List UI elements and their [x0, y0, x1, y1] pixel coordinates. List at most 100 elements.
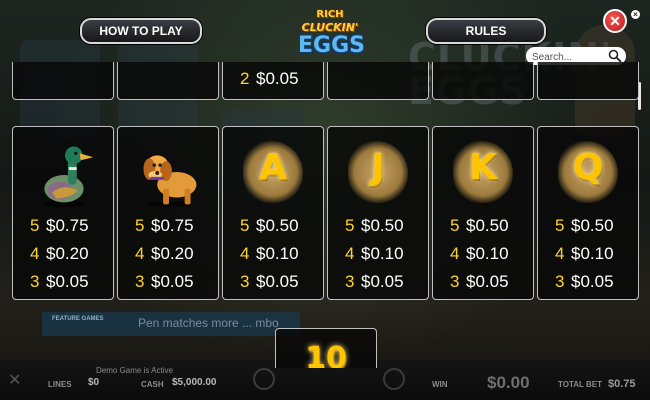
- payout-row: 5 $0.75: [13, 215, 113, 237]
- payout-row: 2 $0.05: [223, 68, 323, 90]
- payout-value: $0.05: [361, 272, 404, 291]
- rich-cluckin-eggs-logo: RICH CLUCKIN' EGGS: [298, 8, 365, 62]
- paytable-card-partial: [537, 62, 639, 100]
- letter-a-icon: A: [223, 133, 323, 211]
- letter-k-glyph: K: [469, 147, 497, 188]
- payout-value: $0.20: [151, 244, 194, 263]
- paytable-card-partial: [432, 62, 534, 100]
- payout-row: 5 $0.50: [538, 215, 638, 237]
- logo-line-1: RICH: [316, 9, 344, 20]
- match-count: 2: [240, 69, 250, 88]
- dog-icon: [143, 155, 197, 208]
- match-count: 4: [450, 244, 460, 263]
- paytable-card-partial: 2 $0.05: [222, 62, 324, 100]
- paytable-card-j: J 5 $0.50 4 $0.10 3 $0.05: [327, 126, 429, 300]
- payout-value: $0.05: [46, 272, 89, 291]
- payout-value: $0.10: [256, 244, 299, 263]
- win-value: $0.00: [487, 373, 530, 392]
- payout-value: $0.75: [46, 216, 89, 235]
- letter-a-glyph: A: [259, 147, 287, 188]
- payout-value: $0.10: [361, 244, 404, 263]
- match-count: 3: [555, 272, 565, 291]
- total-bet-value: $0.75: [608, 378, 636, 390]
- spin-control-icon[interactable]: [253, 368, 275, 390]
- paytable-card-k: K 5 $0.50 4 $0.10 3 $0.05: [432, 126, 534, 300]
- demo-status-text: Demo Game is Active: [96, 366, 173, 375]
- match-count: 3: [240, 272, 250, 291]
- lines-value: $0: [88, 377, 100, 388]
- payout-row: 5 $0.50: [328, 215, 428, 237]
- payout-value: $0.05: [256, 272, 299, 291]
- payout-row: 5 $0.50: [433, 215, 533, 237]
- match-count: 5: [555, 216, 565, 235]
- close-icon: ✕: [609, 13, 621, 29]
- paytable-card-partial: [117, 62, 219, 100]
- bottom-close-icon: ✕: [8, 372, 22, 389]
- how-to-play-button[interactable]: HOW TO PLAY: [80, 18, 202, 44]
- cash-label: CASH: [141, 380, 164, 389]
- payout-value: $0.50: [361, 216, 404, 235]
- match-count: 4: [240, 244, 250, 263]
- payout-row: 3 $0.05: [433, 271, 533, 293]
- paytable-card-q: Q 5 $0.50 4 $0.10 3 $0.05: [537, 126, 639, 300]
- letter-q-glyph: Q: [572, 147, 604, 188]
- paytable-card-dog: 5 $0.75 4 $0.20 3 $0.05: [117, 126, 219, 300]
- rules-button[interactable]: RULES: [426, 18, 546, 44]
- number-ten-glyph: 10: [305, 341, 347, 368]
- match-count: 3: [30, 272, 40, 291]
- payout-value: $0.10: [466, 244, 509, 263]
- payout-value: $0.50: [571, 216, 614, 235]
- payout-row: 3 $0.05: [223, 271, 323, 293]
- payout-value: $0.50: [256, 216, 299, 235]
- payout-row: 3 $0.05: [328, 271, 428, 293]
- letter-j-icon: J: [328, 133, 428, 211]
- paytable-card-a: A 5 $0.50 4 $0.10 3 $0.05: [222, 126, 324, 300]
- match-count: 4: [555, 244, 565, 263]
- match-count: 3: [450, 272, 460, 291]
- payout-row: 4 $0.10: [538, 243, 638, 265]
- lines-label: LINES: [48, 380, 72, 389]
- match-count: 4: [135, 244, 145, 263]
- letter-j-glyph: J: [371, 147, 385, 188]
- payout-row: 4 $0.10: [433, 243, 533, 265]
- payout-row: 3 $0.05: [118, 271, 218, 293]
- match-count: 5: [135, 216, 145, 235]
- total-bet-label: TOTAL BET: [558, 380, 602, 389]
- search-icon[interactable]: [608, 49, 622, 63]
- paytable-card-partial: [12, 62, 114, 100]
- payout-row: 5 $0.75: [118, 215, 218, 237]
- duck-icon: [42, 146, 94, 208]
- match-count: 3: [345, 272, 355, 291]
- payout-value: $0.05: [256, 69, 299, 88]
- match-count: 5: [450, 216, 460, 235]
- win-label: WIN: [432, 380, 448, 389]
- cash-value: $5,000.00: [172, 377, 217, 388]
- paytable-card-partial: [327, 62, 429, 100]
- feature-banner-title: FEATURE GAMES: [52, 316, 104, 322]
- payout-row: 4 $0.20: [13, 243, 113, 265]
- letter-k-icon: K: [433, 133, 533, 211]
- payout-row: 4 $0.20: [118, 243, 218, 265]
- payout-value: $0.20: [46, 244, 89, 263]
- payout-row: 5 $0.50: [223, 215, 323, 237]
- payout-value: $0.05: [466, 272, 509, 291]
- autoplay-control-icon[interactable]: [383, 368, 405, 390]
- small-close-icon[interactable]: ×: [631, 10, 640, 19]
- logo-line-3: EGGS: [298, 33, 365, 58]
- payout-value: $0.05: [571, 272, 614, 291]
- match-count: 5: [30, 216, 40, 235]
- payout-value: $0.50: [466, 216, 509, 235]
- payout-row: 3 $0.05: [13, 271, 113, 293]
- match-count: 4: [345, 244, 355, 263]
- payout-value: $0.05: [151, 272, 194, 291]
- paytable-card-ten-partial: 10: [275, 328, 377, 368]
- letter-q-icon: Q: [538, 133, 638, 211]
- payout-value: $0.10: [571, 244, 614, 263]
- payout-value: $0.75: [151, 216, 194, 235]
- feature-banner-text: Pen matches more ... mbo: [138, 316, 279, 330]
- close-paytable-button[interactable]: ✕: [603, 9, 627, 33]
- match-count: 4: [30, 244, 40, 263]
- payout-row: 3 $0.05: [538, 271, 638, 293]
- match-count: 5: [345, 216, 355, 235]
- payout-row: 4 $0.10: [328, 243, 428, 265]
